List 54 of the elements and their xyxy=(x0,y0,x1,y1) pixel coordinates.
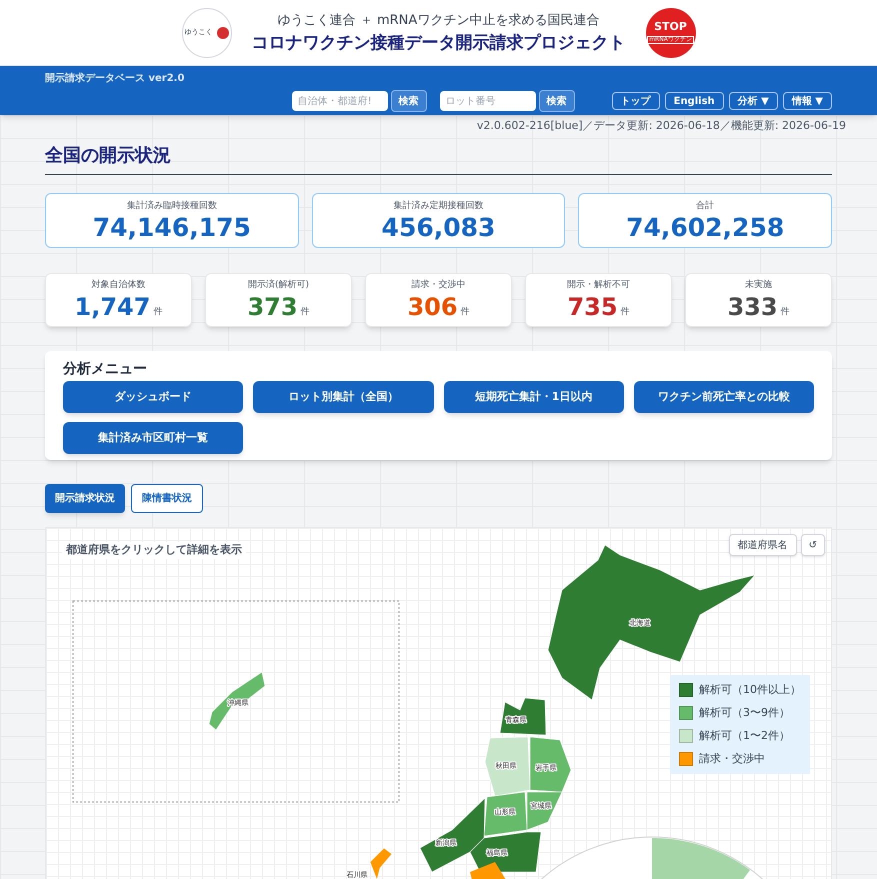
unit-label: 件 xyxy=(460,306,470,319)
unit-label: 件 xyxy=(780,306,790,319)
count-value: 306 xyxy=(407,293,458,321)
prefecture-region[interactable] xyxy=(500,698,546,736)
card-value: 456,083 xyxy=(382,214,496,242)
prefecture-names-button[interactable]: 都道府県名 xyxy=(728,534,797,556)
card-label: 未実施 xyxy=(745,278,772,292)
site-subtitle: ゆうこく連合 ＋ mRNAワクチン中止を求める国民連合 xyxy=(278,12,600,30)
card-label: 集計済み定期接種回数 xyxy=(393,200,484,213)
stop-text: STOP xyxy=(654,21,687,32)
card-label: 合計 xyxy=(696,200,714,213)
tab[interactable]: 陳情書状況 xyxy=(131,484,203,513)
site-title: コロナワクチン接種データ開示請求プロジェクト xyxy=(252,32,626,54)
analysis-menu-button[interactable]: ワクチン前死亡率との比較 xyxy=(634,381,814,413)
legend-label: 解析可（3〜9件） xyxy=(699,705,790,721)
count-value: 373 xyxy=(247,293,298,321)
nav-button[interactable]: English xyxy=(664,92,724,110)
prefecture-region[interactable] xyxy=(470,832,542,872)
search-field[interactable]: 自治体・都道府! xyxy=(292,91,388,111)
database-title: 開示請求データベース ver2.0 xyxy=(45,72,186,86)
card-label: 請求・交渉中 xyxy=(412,278,466,292)
unit-label: 件 xyxy=(300,306,310,319)
nav-button[interactable]: 情報 ▼ xyxy=(782,92,832,110)
nav-button[interactable]: 分析 ▼ xyxy=(728,92,778,110)
card-value: 74,146,175 xyxy=(92,214,251,242)
legend-label: 解析可（10件以上） xyxy=(699,682,801,698)
search-button[interactable]: 検索 xyxy=(538,90,575,112)
card-value: 74,602,258 xyxy=(626,214,784,242)
map-instruction: 都道府県をクリックして詳細を表示 xyxy=(62,542,246,558)
analysis-menu-button[interactable]: 短期死亡集計・1日以内 xyxy=(444,381,624,413)
unit-label: 件 xyxy=(620,306,630,319)
nav-button[interactable]: トップ xyxy=(612,92,660,110)
reset-button[interactable]: ↺ xyxy=(800,534,825,556)
count-value: 333 xyxy=(727,293,778,321)
count-value: 735 xyxy=(567,293,618,321)
prefecture-region[interactable] xyxy=(526,792,562,830)
search-field[interactable]: ロット番号 xyxy=(440,91,536,111)
card-label: 集計済み臨時接種回数 xyxy=(126,200,217,213)
analysis-menu-button[interactable]: 集計済み市区町村一覧 xyxy=(63,422,244,454)
card-label: 開示済(解析可) xyxy=(248,278,310,292)
card-label: 開示・解析不可 xyxy=(567,278,630,292)
unit-label: 件 xyxy=(153,306,162,319)
analysis-menu-button[interactable]: ロット別集計（全国） xyxy=(253,381,434,413)
card-label: 対象自治体数 xyxy=(92,278,146,292)
tab[interactable]: 開示請求状況 xyxy=(45,484,125,513)
version-info: v2.0.602-216[blue]／データ更新: 2026-06-18／機能更新: 2026-06-19 xyxy=(476,118,847,134)
panel-title: 分析メニュー xyxy=(63,360,148,379)
search-button[interactable]: 検索 xyxy=(390,90,427,112)
legend-label: 請求・交渉中 xyxy=(699,751,765,767)
count-value: 1,747 xyxy=(74,293,150,321)
prefecture-region[interactable] xyxy=(420,797,486,872)
legend-label: 解析可（1〜2件） xyxy=(699,728,790,744)
page-title: 全国の開示状況 xyxy=(45,142,832,175)
analysis-menu-button[interactable]: ダッシュボード xyxy=(63,381,244,413)
